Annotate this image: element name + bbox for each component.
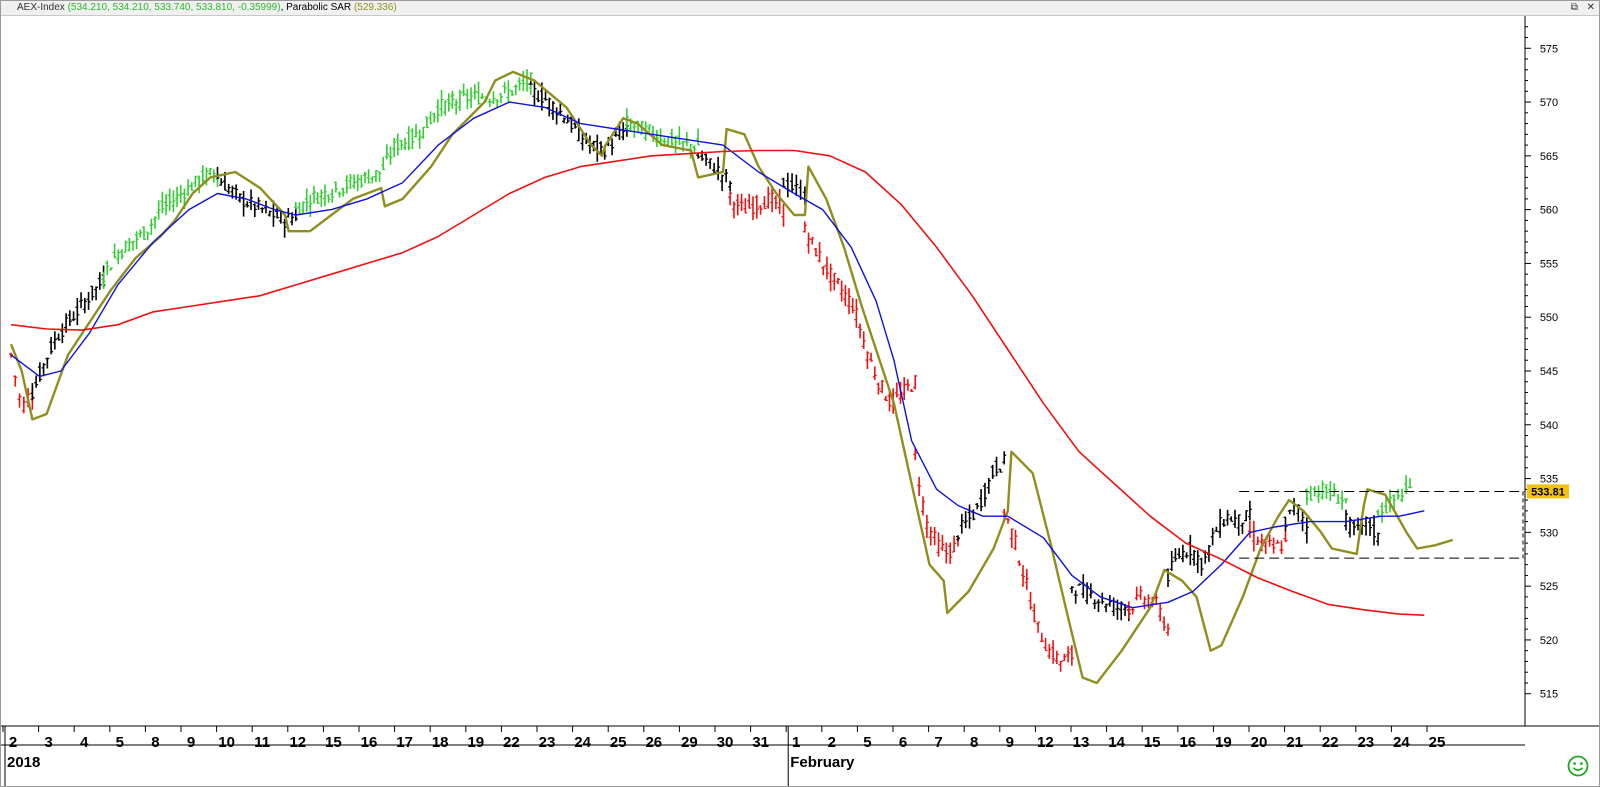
x-tick-label: 25 <box>1429 734 1446 751</box>
x-tick-label: 30 <box>717 734 734 751</box>
x-tick-label: 23 <box>1357 734 1374 751</box>
y-tick-label: 535 <box>1540 474 1558 486</box>
y-tick-label: 530 <box>1540 527 1558 539</box>
x-tick-label: 2 <box>9 734 17 751</box>
x-tick-label: 9 <box>187 734 195 751</box>
plot-area <box>1 16 1525 726</box>
x-tick-label: 2 <box>828 734 836 751</box>
x-tick-label: 14 <box>1108 734 1125 751</box>
x-tick-label: 19 <box>1215 734 1232 751</box>
x-tick-label: 16 <box>361 734 378 751</box>
x-axis-ticks: 2 3 4 5 8 9 10 11 12 15 16 17 18 19 22 23 24 25 26 29 30 31 1 2… <box>2 726 1446 786</box>
x-tick-label: 21 <box>1286 734 1303 751</box>
x-tick-label: 13 <box>1073 734 1090 751</box>
x-tick-label: 20 <box>1251 734 1268 751</box>
last-price-label: 533.81 <box>1531 486 1565 498</box>
x-tick-label: 6 <box>899 734 907 751</box>
x-major-label: 2018 <box>7 754 40 771</box>
x-tick-label: 12 <box>1037 734 1054 751</box>
x-tick-label: 22 <box>503 734 520 751</box>
y-tick-label: 525 <box>1540 581 1558 593</box>
x-tick-label: 5 <box>116 734 124 751</box>
x-tick-label: 17 <box>396 734 413 751</box>
x-tick-label: 24 <box>1393 734 1410 751</box>
x-tick-label: 15 <box>1144 734 1161 751</box>
x-tick-label: 31 <box>752 734 769 751</box>
x-tick-label: 22 <box>1322 734 1339 751</box>
x-tick-label: 16 <box>1179 734 1196 751</box>
y-tick-label: 575 <box>1540 43 1558 55</box>
x-tick-label: 12 <box>289 734 306 751</box>
x-tick-label: 9 <box>1006 734 1014 751</box>
y-tick-label: 555 <box>1540 258 1558 270</box>
x-tick-label: 10 <box>218 734 235 751</box>
y-tick-label: 520 <box>1540 635 1558 647</box>
x-tick-label: 5 <box>863 734 871 751</box>
price-chart: 515520525530535540545550555560565570575 … <box>1 16 1599 786</box>
y-tick-label: 570 <box>1540 97 1558 109</box>
x-tick-label: 25 <box>610 734 627 751</box>
y-tick-label: 565 <box>1540 151 1558 163</box>
x-tick-label: 3 <box>44 734 52 751</box>
x-tick-label: 8 <box>970 734 978 751</box>
last-price-tag: 533.81 <box>1527 484 1569 499</box>
x-tick-label: 4 <box>80 734 89 751</box>
x-tick-label: 23 <box>539 734 556 751</box>
chart-window: AEX-Index (534.210, 534.210, 533.740, 53… <box>0 0 1600 787</box>
y-tick-label: 515 <box>1540 689 1558 701</box>
x-major-label: February <box>790 754 855 771</box>
x-tick-label: 29 <box>681 734 698 751</box>
x-tick-label: 18 <box>432 734 449 751</box>
x-tick-label: 8 <box>151 734 159 751</box>
x-tick-label: 24 <box>574 734 591 751</box>
x-tick-label: 19 <box>467 734 484 751</box>
x-tick-label: 7 <box>934 734 942 751</box>
y-tick-label: 540 <box>1540 420 1558 432</box>
y-tick-label: 560 <box>1540 205 1558 217</box>
x-tick-label: 1 <box>792 734 800 751</box>
y-axis-ticks: 515 520 525 530 535 540 545 550 555 560 565 570 575 <box>1525 26 1558 701</box>
x-tick-label: 11 <box>254 734 270 751</box>
y-tick-label: 545 <box>1540 366 1558 378</box>
smiley-graphic <box>1567 755 1589 777</box>
smiley-icon[interactable] <box>1567 755 1589 777</box>
x-tick-label: 26 <box>645 734 662 751</box>
x-tick-label: 15 <box>325 734 342 751</box>
y-tick-label: 550 <box>1540 312 1558 324</box>
